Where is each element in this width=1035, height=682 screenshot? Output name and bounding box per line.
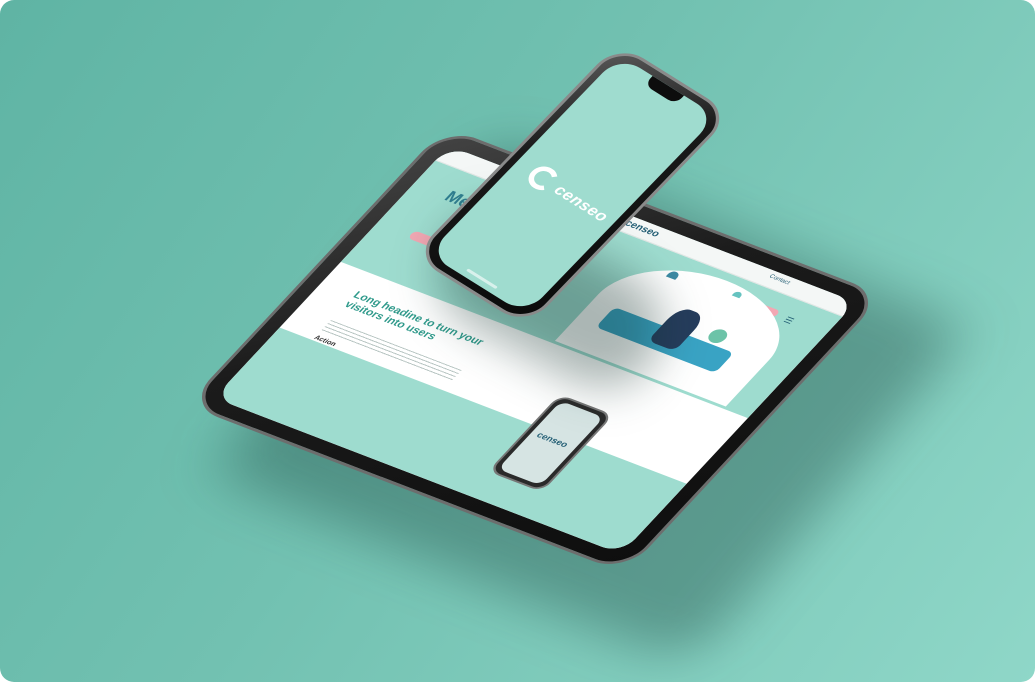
mockup-scene: censeo Contact Med… disp… ☰ L — [0, 0, 1035, 682]
phone-logo-text: censeo — [550, 182, 612, 226]
mini-phone-logo: censeo — [534, 430, 571, 449]
nav-contact-link[interactable]: Contact — [767, 274, 791, 286]
menu-icon[interactable]: ☰ — [780, 315, 796, 326]
lamp-icon — [666, 269, 682, 280]
home-indicator — [466, 268, 498, 290]
lamp-icon — [731, 290, 744, 299]
phone-notch — [644, 75, 684, 105]
